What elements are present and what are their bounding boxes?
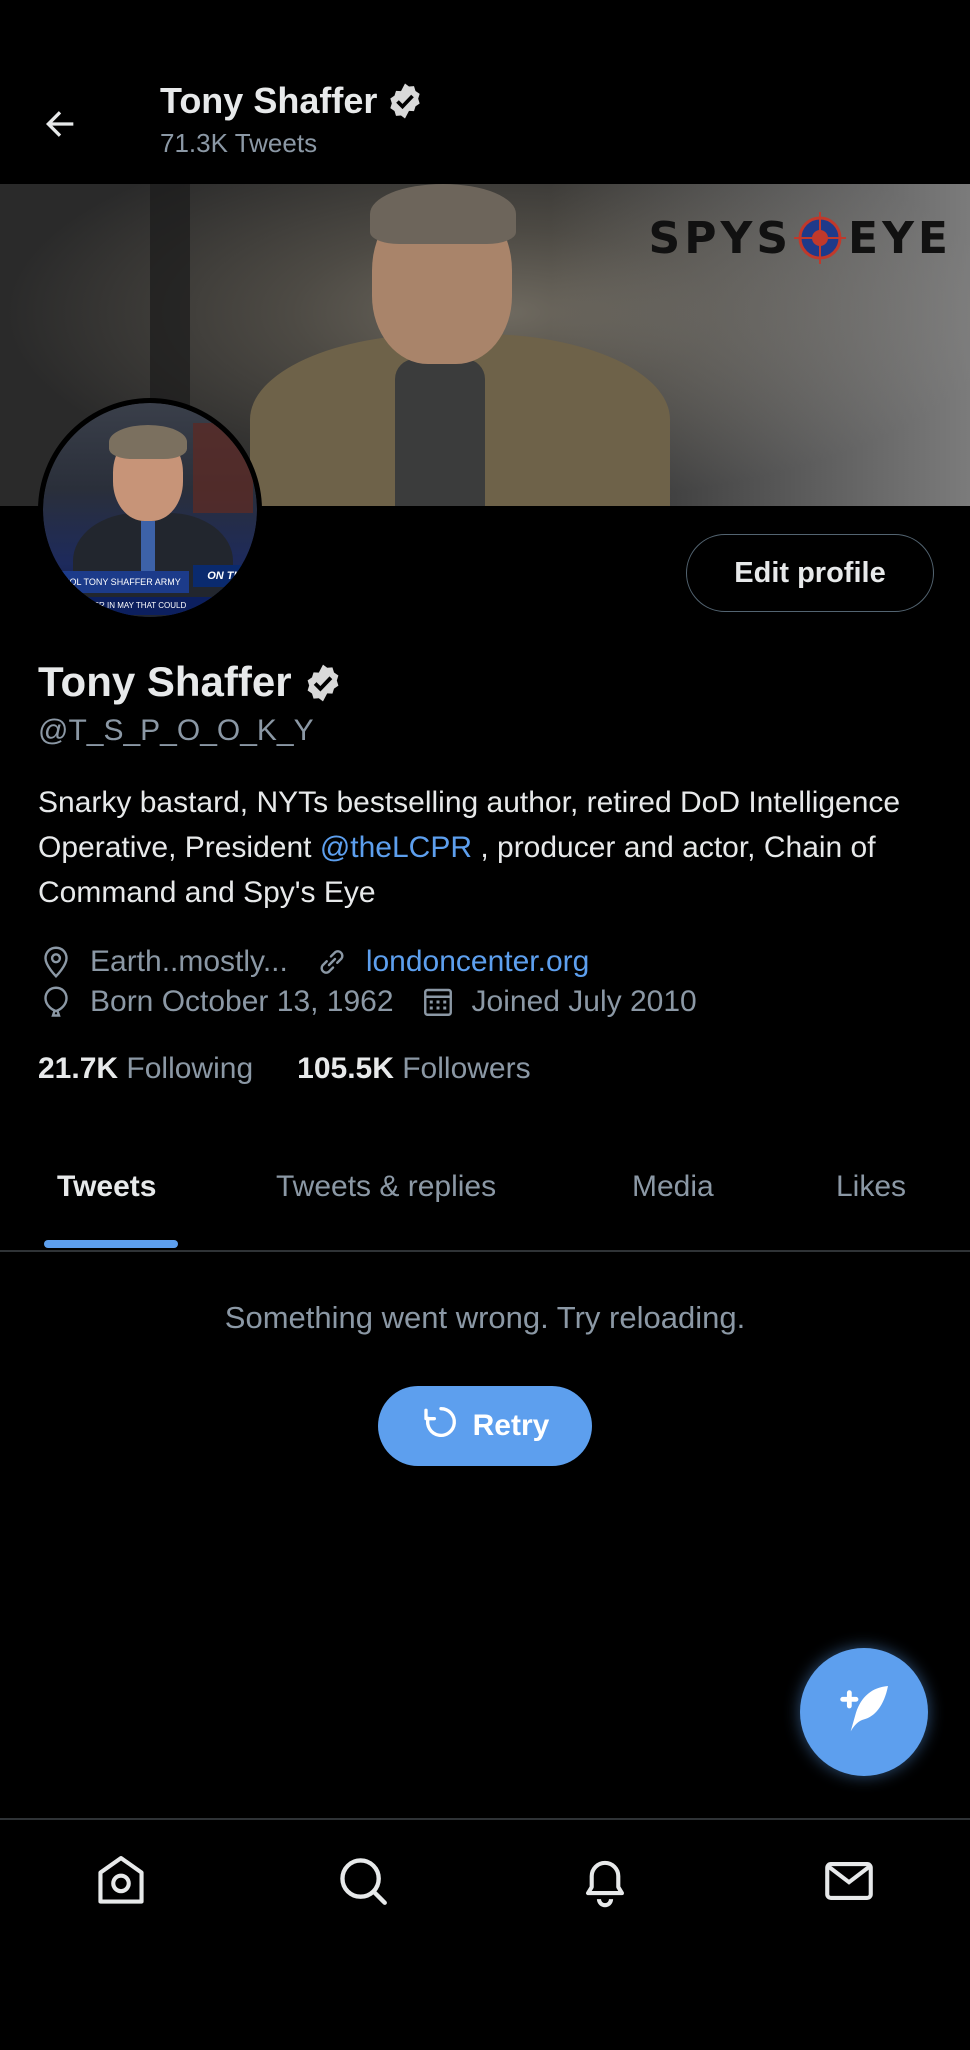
tab-tweets[interactable]: Tweets bbox=[57, 1170, 156, 1204]
crosshair-icon bbox=[794, 212, 847, 264]
header-title: Tony Shaffer bbox=[160, 80, 425, 122]
followers-link[interactable]: 105.5K Followers bbox=[297, 1052, 530, 1086]
profile-meta-row-2: Born October 13, 1962 Joined July 2010 bbox=[38, 984, 723, 1020]
birthday-item: Born October 13, 1962 bbox=[38, 984, 394, 1020]
joined-item: Joined July 2010 bbox=[420, 984, 697, 1020]
follow-counts: 21.7K Following 105.5K Followers bbox=[38, 1052, 531, 1086]
banner-logo-text-left: SPYS bbox=[648, 212, 793, 264]
birthday-balloon-icon bbox=[38, 984, 74, 1020]
link-icon bbox=[314, 944, 350, 980]
compose-tweet-icon bbox=[832, 1678, 896, 1747]
avatar-caption-ticker: NTER IN MAY THAT COULD bbox=[53, 597, 253, 615]
avatar-caption-label: ON THE bbox=[193, 565, 257, 587]
profile-bio: Snarky bastard, NYTs bestselling author,… bbox=[38, 780, 938, 915]
followers-count: 105.5K bbox=[297, 1052, 394, 1085]
location-text: Earth..mostly... bbox=[90, 945, 288, 978]
following-count: 21.7K bbox=[38, 1052, 119, 1085]
website-link[interactable]: londoncenter.org bbox=[366, 945, 590, 979]
avatar[interactable]: COL TONY SHAFFER ARMY (RET) ON THE NTER … bbox=[38, 398, 262, 622]
banner-logo: SPYS EYE bbox=[649, 212, 952, 264]
tab-likes[interactable]: Likes bbox=[836, 1170, 906, 1204]
profile-display-name: Tony Shaffer bbox=[38, 658, 292, 705]
header-name: Tony Shaffer bbox=[160, 80, 378, 121]
following-label: Following bbox=[126, 1052, 254, 1085]
calendar-icon bbox=[420, 984, 456, 1020]
tab-media[interactable]: Media bbox=[632, 1170, 714, 1204]
location-item: Earth..mostly... bbox=[38, 944, 288, 980]
compose-tweet-button[interactable] bbox=[800, 1648, 928, 1776]
back-arrow-icon[interactable] bbox=[40, 104, 80, 144]
bio-mention-link[interactable]: @theLCPR bbox=[320, 831, 472, 864]
refresh-icon bbox=[421, 1402, 461, 1450]
avatar-caption-name: COL TONY SHAFFER ARMY (RET) bbox=[59, 571, 189, 609]
edit-profile-button[interactable]: Edit profile bbox=[686, 534, 934, 612]
birthday-text: Born October 13, 1962 bbox=[90, 985, 394, 1018]
active-tab-indicator bbox=[44, 1240, 178, 1248]
profile-handle: @T_S_P_O_O_K_Y bbox=[38, 714, 314, 747]
bottom-navigation bbox=[0, 1818, 970, 2050]
error-message: Something went wrong. Try reloading. bbox=[224, 1300, 746, 1335]
website-item[interactable]: londoncenter.org bbox=[314, 944, 590, 980]
profile-name: Tony Shaffer bbox=[38, 658, 342, 706]
notifications-bell-icon[interactable] bbox=[576, 1852, 634, 1910]
tab-tweets-replies[interactable]: Tweets & replies bbox=[276, 1170, 496, 1204]
verified-badge-icon bbox=[302, 662, 342, 702]
joined-text: Joined July 2010 bbox=[471, 985, 697, 1018]
header-tweet-count: 71.3K Tweets bbox=[160, 128, 318, 158]
following-link[interactable]: 21.7K Following bbox=[38, 1052, 253, 1086]
profile-tabs: Tweets Tweets & replies Media Likes bbox=[0, 1130, 970, 1252]
followers-label: Followers bbox=[402, 1052, 531, 1085]
retry-button[interactable]: Retry bbox=[378, 1386, 592, 1466]
retry-label: Retry bbox=[472, 1409, 550, 1442]
location-icon bbox=[38, 944, 74, 980]
banner-logo-text-right: EYE bbox=[848, 212, 952, 264]
home-icon[interactable] bbox=[92, 1852, 150, 1910]
profile-meta-row-1: Earth..mostly... londoncenter.org bbox=[38, 944, 615, 980]
verified-badge-icon bbox=[385, 81, 425, 121]
search-icon[interactable] bbox=[334, 1852, 392, 1910]
messages-envelope-icon[interactable] bbox=[820, 1852, 878, 1910]
